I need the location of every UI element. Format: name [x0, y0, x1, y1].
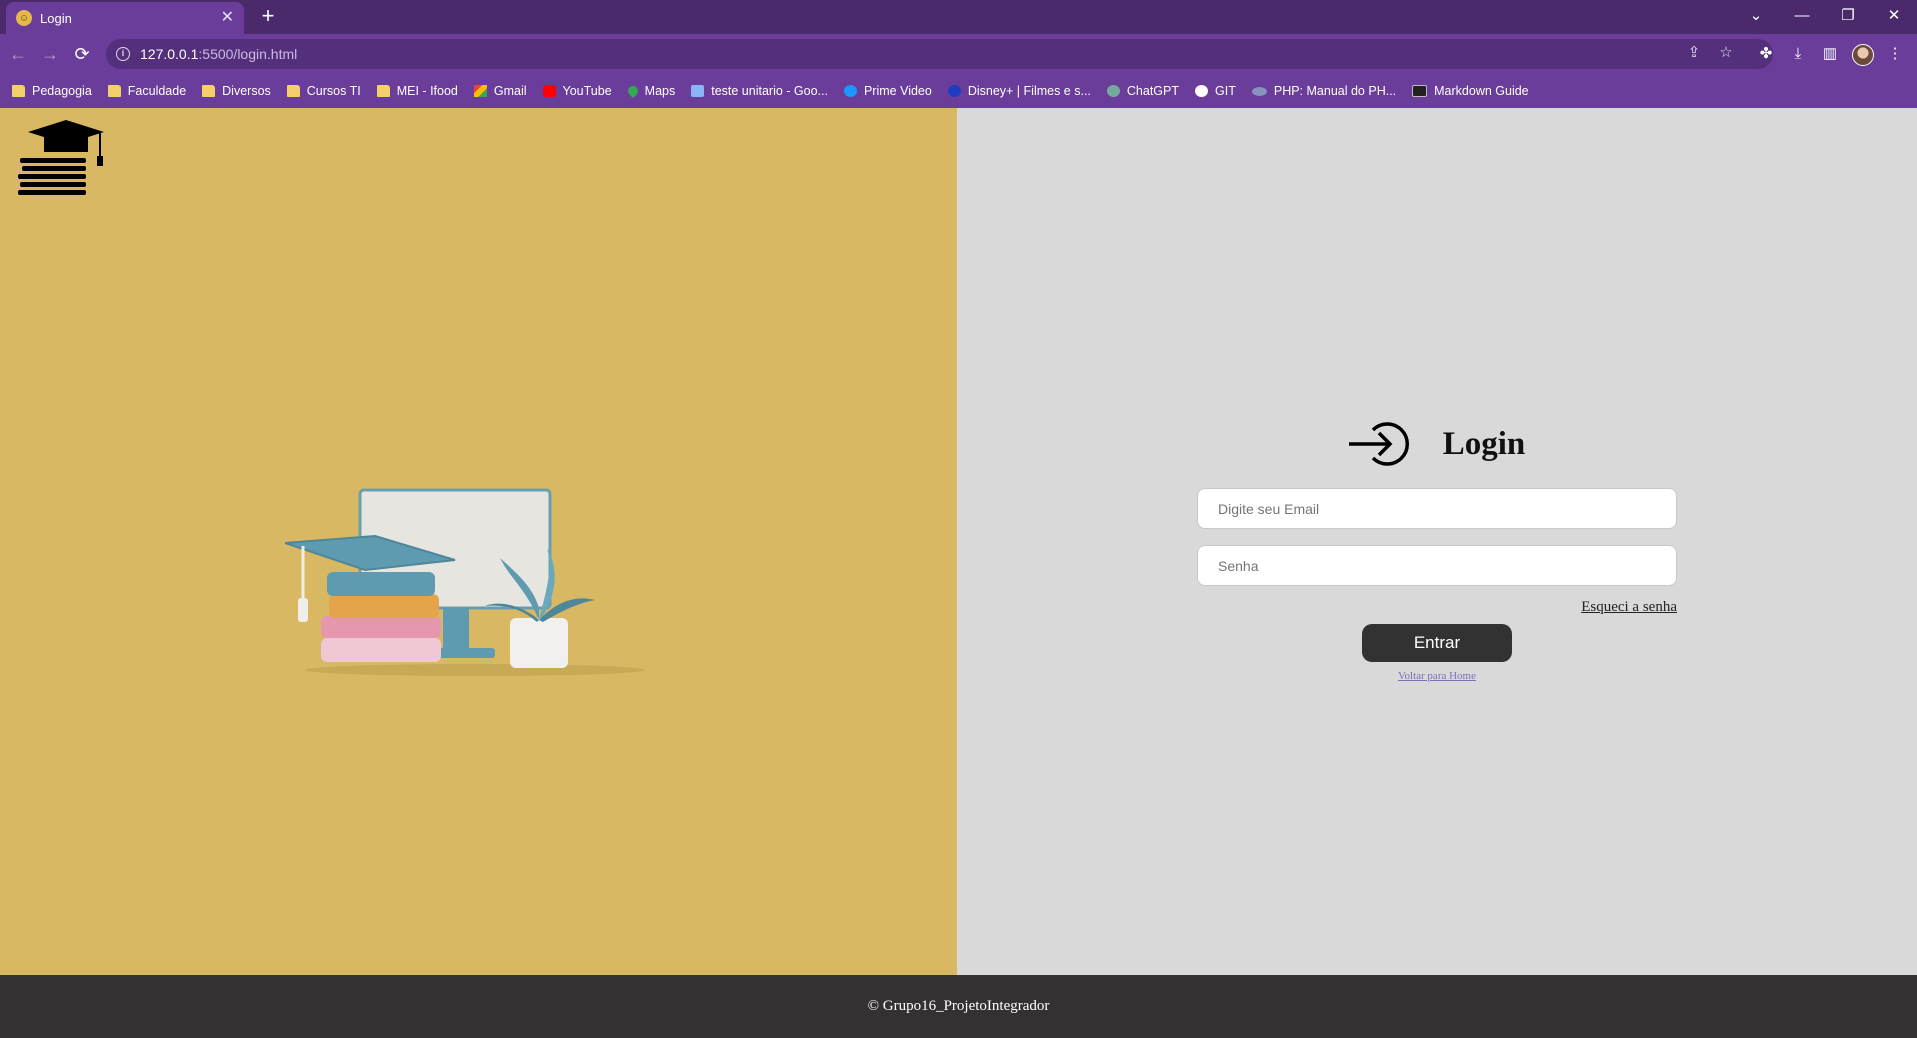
bookmark-item[interactable]: PHP: Manual do PH... — [1251, 84, 1397, 98]
bookmark-label: Disney+ | Filmes e s... — [967, 84, 1091, 98]
bookmark-item[interactable]: teste unitario - Goo... — [691, 84, 828, 98]
disney-icon — [947, 85, 961, 97]
bookmark-label: GIT — [1215, 84, 1236, 98]
folder-icon — [202, 85, 216, 97]
bookmark-item[interactable]: Maps — [625, 83, 676, 99]
close-window-button[interactable]: ✕ — [1871, 0, 1917, 30]
menu-kebab-icon[interactable]: ⋮ — [1883, 42, 1907, 66]
bookmark-label: PHP: Manual do PH... — [1273, 84, 1397, 98]
md-icon — [1412, 85, 1428, 97]
new-tab-button[interactable]: + — [256, 5, 280, 29]
bookmark-item[interactable]: Prime Video — [843, 84, 932, 98]
login-form: Login Digite seu Email Senha Esqueci a s… — [1197, 420, 1677, 684]
url-path: :5500/login.html — [198, 46, 298, 62]
browser-tab[interactable]: ☺ Login ✕ — [6, 2, 244, 34]
bookmark-item[interactable]: Disney+ | Filmes e s... — [947, 84, 1091, 98]
maps-icon — [625, 83, 640, 99]
tab-title: Login — [40, 10, 72, 26]
forgot-password-link[interactable]: Esqueci a senha — [1581, 599, 1677, 615]
folder-icon — [286, 85, 300, 97]
downloads-icon[interactable]: ⤓ — [1786, 42, 1810, 66]
profile-avatar[interactable] — [1852, 44, 1874, 66]
tab-search-icon[interactable]: ⌄ — [1733, 0, 1779, 30]
bookmark-label: Markdown Guide — [1434, 84, 1529, 98]
bookmark-item[interactable]: Cursos TI — [286, 84, 361, 98]
bookmark-label: MEI - Ifood — [396, 84, 458, 98]
bookmark-label: Pedagogia — [32, 84, 92, 98]
bookmark-label: YouTube — [562, 84, 612, 98]
site-info-icon[interactable]: i — [116, 47, 130, 61]
graduation-books-logo-icon — [18, 120, 104, 195]
bookmarks-bar: Pedagogia Faculdade Diversos Cursos TI MEI -… — [0, 74, 1917, 108]
bookmark-item[interactable]: Gmail — [473, 84, 527, 98]
forward-button[interactable]: → — [38, 42, 62, 66]
login-arrow-icon — [1348, 422, 1409, 466]
bookmark-item[interactable]: YouTube — [542, 84, 612, 98]
page-title: Login — [1442, 425, 1526, 462]
side-panel-icon[interactable]: ▥ — [1818, 42, 1842, 66]
extensions-icon[interactable]: ✤ — [1754, 42, 1778, 66]
page-favicon-icon: ☺ — [16, 10, 32, 26]
password-placeholder: Senha — [1218, 557, 1259, 574]
login-submit-button[interactable]: Entrar — [1362, 624, 1512, 662]
email-field[interactable]: Digite seu Email — [1197, 488, 1677, 529]
bookmark-label: Diversos — [222, 84, 271, 98]
prime-icon — [843, 85, 857, 97]
close-tab-icon[interactable]: ✕ — [221, 10, 234, 26]
back-button[interactable]: ← — [6, 42, 30, 66]
password-field[interactable]: Senha — [1197, 545, 1677, 586]
share-icon[interactable]: ⇪ — [1683, 42, 1705, 64]
login-header: Login — [1197, 420, 1677, 468]
bookmark-label: teste unitario - Goo... — [711, 84, 828, 98]
bookmark-label: Maps — [644, 84, 676, 98]
education-illustration — [285, 488, 645, 676]
left-panel — [0, 108, 957, 975]
bookmark-item[interactable]: Diversos — [202, 84, 271, 98]
git-icon — [1195, 85, 1209, 97]
bookmark-item[interactable]: MEI - Ifood — [376, 84, 458, 98]
php-icon — [1251, 86, 1267, 96]
footer-copyright: © Grupo16_ProjetoIntegrador — [867, 998, 1050, 1014]
bookmark-label: Cursos TI — [306, 84, 361, 98]
bookmark-item[interactable]: GIT — [1195, 84, 1236, 98]
reload-button[interactable]: ⟳ — [70, 42, 94, 66]
bookmark-label: Faculdade — [127, 84, 187, 98]
bookmark-item[interactable]: Markdown Guide — [1412, 84, 1529, 98]
bookmark-item[interactable]: ChatGPT — [1106, 84, 1180, 98]
gpt-icon — [1106, 85, 1120, 97]
right-panel: Login Digite seu Email Senha Esqueci a s… — [957, 108, 1917, 975]
email-placeholder: Digite seu Email — [1218, 500, 1320, 517]
restore-button[interactable]: ❐ — [1825, 0, 1871, 30]
bookmark-item[interactable]: Pedagogia — [12, 84, 92, 98]
yt-icon — [542, 85, 556, 97]
tab-strip: ☺ Login ✕ + ⌄ — ❐ ✕ — [0, 0, 1917, 34]
minimize-button[interactable]: — — [1779, 0, 1825, 30]
back-home-link[interactable]: Voltar para Home — [1398, 670, 1476, 682]
folder-icon — [376, 85, 390, 97]
folder-icon — [12, 85, 25, 97]
bookmark-label: Prime Video — [863, 84, 932, 98]
address-bar[interactable]: i 127.0.0.1:5500/login.html — [106, 39, 1773, 69]
bookmark-label: ChatGPT — [1126, 84, 1180, 98]
folder-icon — [107, 85, 121, 97]
gmail-icon — [473, 85, 487, 97]
gcloud-icon — [691, 85, 705, 97]
bookmark-star-icon[interactable]: ☆ — [1715, 42, 1737, 64]
browser-toolbar: ← → ⟳ i 127.0.0.1:5500/login.html ⇪ ☆ ✤ … — [0, 34, 1917, 74]
bookmark-item[interactable]: Faculdade — [107, 84, 187, 98]
footer: © Grupo16_ProjetoIntegrador — [0, 975, 1917, 1038]
bookmark-label: Gmail — [493, 84, 527, 98]
url-host: 127.0.0.1 — [140, 46, 199, 62]
